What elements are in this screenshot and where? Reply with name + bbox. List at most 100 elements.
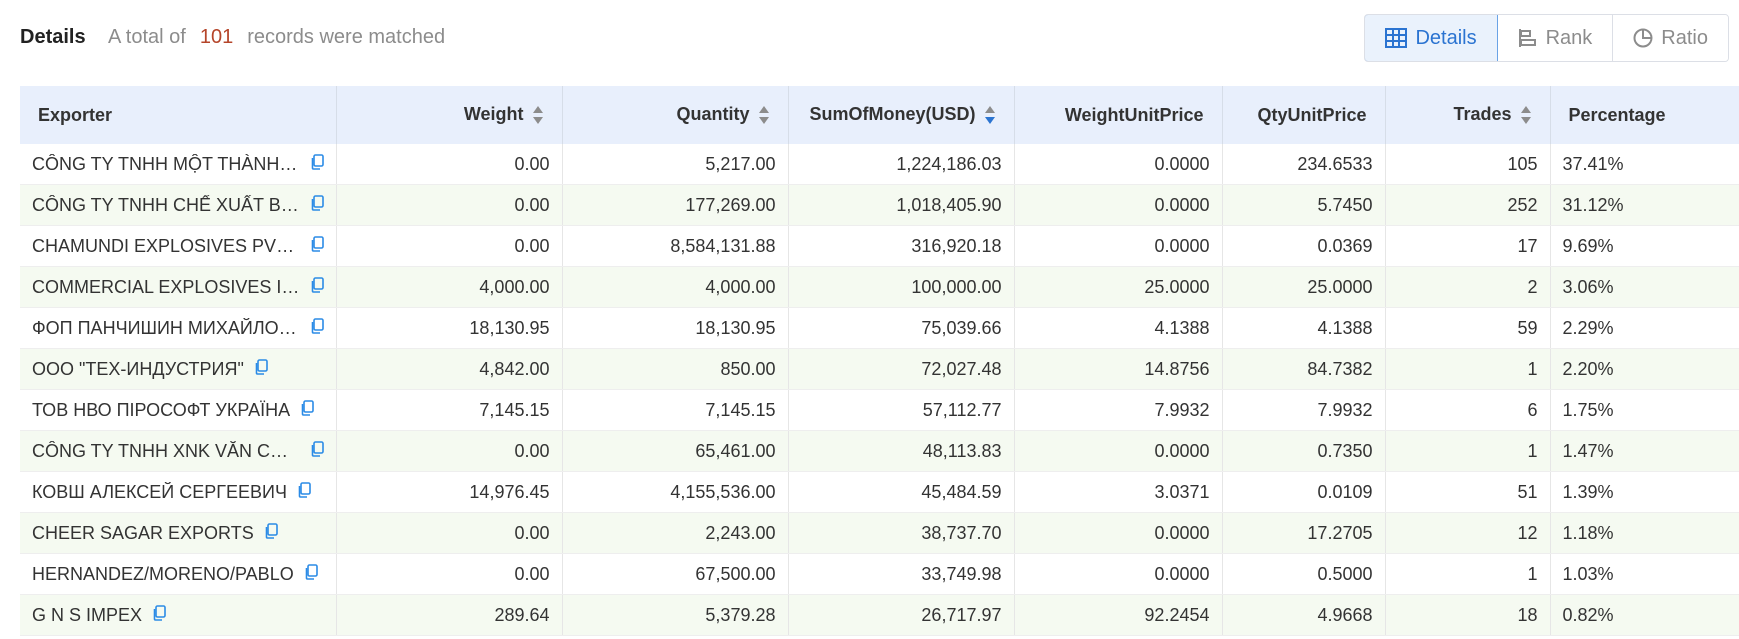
trades-cell: 59 (1385, 307, 1551, 349)
qup-cell: 5.7450 (1222, 184, 1386, 226)
sum-cell: 72,027.48 (788, 348, 1015, 390)
trades-cell: 12 (1385, 512, 1551, 554)
percentage-cell: 1.39% (1550, 471, 1739, 513)
exporter-cell: G N S IMPEX (20, 594, 337, 636)
quantity-cell: 2,243.00 (562, 512, 789, 554)
sort-desc-icon[interactable] (984, 105, 996, 125)
wup-cell: 0.0000 (1014, 512, 1223, 554)
table-icon (1385, 28, 1408, 48)
copy-icon[interactable] (310, 235, 324, 257)
copy-icon[interactable] (297, 481, 311, 503)
sort-icon[interactable] (532, 105, 544, 125)
exporter-name-link[interactable]: CHAMUNDI EXPLOSIVES PVT LTD (32, 236, 300, 257)
quantity-cell: 8,584,131.88 (562, 225, 789, 267)
qup-cell: 17.2705 (1222, 512, 1386, 554)
percentage-cell: 1.75% (1550, 389, 1739, 431)
table-body: CÔNG TY TNHH MỘT THÀNH VIÊN …0.005,217.0… (20, 144, 1739, 636)
wup-cell: 0.0000 (1014, 225, 1223, 267)
copy-icon[interactable] (264, 522, 278, 544)
copy-icon[interactable] (152, 604, 166, 626)
percentage-cell: 1.03% (1550, 553, 1739, 595)
wup-cell: 92.2454 (1014, 594, 1223, 636)
sum-cell: 38,737.70 (788, 512, 1015, 554)
bar-rank-icon (1518, 28, 1538, 48)
exporter-name-link[interactable]: ООО "ТЕХ-ИНДУСТРИЯ" (32, 359, 244, 380)
copy-icon[interactable] (310, 440, 324, 462)
exporter-name-link[interactable]: КОВШ АЛЕКСЕЙ СЕРГЕЕВИЧ (32, 482, 287, 503)
percentage-cell: 0.82% (1550, 594, 1739, 636)
sort-icon[interactable] (1520, 105, 1532, 125)
exporter-name-link[interactable]: CÔNG TY TNHH XNK VĂN CHÍNH B… (32, 441, 300, 462)
column-header-quantity[interactable]: Quantity (562, 86, 789, 144)
page-title: Details (20, 26, 86, 48)
exporter-name-link[interactable]: CÔNG TY TNHH MỘT THÀNH VIÊN … (32, 154, 300, 175)
exporter-cell: HERNANDEZ/MORENO/PABLO (20, 553, 337, 595)
table-row: ФОП ПАНЧИШИН МИХАЙЛО ВАС… 18,130.9518,130… (20, 307, 1739, 349)
exporter-name-link[interactable]: HERNANDEZ/MORENO/PABLO (32, 564, 294, 585)
copy-icon[interactable] (310, 194, 324, 216)
qup-cell: 0.0369 (1222, 225, 1386, 267)
copy-icon[interactable] (254, 358, 268, 380)
copy-icon[interactable] (310, 153, 324, 175)
qup-cell: 0.7350 (1222, 430, 1386, 472)
sum-cell: 33,749.98 (788, 553, 1015, 595)
weight-cell: 18,130.95 (336, 307, 563, 349)
exporters-table: Exporter Weight Quantity SumOfMoney(USD)… (20, 86, 1739, 636)
details-view-label: Details (1415, 26, 1477, 49)
percentage-cell: 1.47% (1550, 430, 1739, 472)
details-view-button[interactable]: Details (1365, 15, 1498, 61)
exporter-name-link[interactable]: ТОВ НВО ПІРОСОФТ УКРАЇНА (32, 400, 290, 421)
column-header-weight[interactable]: Weight (336, 86, 563, 144)
copy-icon[interactable] (310, 276, 324, 298)
table-row: HERNANDEZ/MORENO/PABLO 0.00 67,500.00 33,74… (20, 553, 1739, 595)
quantity-cell: 850.00 (562, 348, 789, 390)
sum-cell: 1,224,186.03 (788, 144, 1015, 185)
copy-icon[interactable] (310, 317, 324, 339)
sum-cell: 316,920.18 (788, 225, 1015, 267)
match-summary: A total of 101 records were matched (108, 26, 445, 49)
column-header-sumofmoney[interactable]: SumOfMoney(USD) (788, 86, 1015, 144)
weight-cell: 0.00 (336, 553, 563, 595)
wup-cell: 0.0000 (1014, 144, 1223, 185)
wup-cell: 0.0000 (1014, 430, 1223, 472)
sum-cell: 1,018,405.90 (788, 184, 1015, 226)
column-header-trades[interactable]: Trades (1385, 86, 1551, 144)
exporter-cell: CHAMUNDI EXPLOSIVES PVT LTD (20, 225, 337, 267)
trades-cell: 252 (1385, 184, 1551, 226)
quantity-cell: 4,155,536.00 (562, 471, 789, 513)
wup-cell: 0.0000 (1014, 553, 1223, 595)
weight-cell: 0.00 (336, 430, 563, 472)
qup-cell: 4.9668 (1222, 594, 1386, 636)
weight-cell: 0.00 (336, 184, 563, 226)
exporter-name-link[interactable]: ФОП ПАНЧИШИН МИХАЙЛО ВАС… (32, 318, 300, 339)
rank-view-button[interactable]: Rank (1497, 15, 1614, 61)
exporter-name-link[interactable]: CÔNG TY TNHH CHẾ XUẤT BILLIO… (32, 195, 300, 216)
quantity-cell: 5,217.00 (562, 144, 789, 185)
quantity-cell: 177,269.00 (562, 184, 789, 226)
exporter-name-link[interactable]: G N S IMPEX (32, 605, 142, 626)
weight-cell: 4,000.00 (336, 266, 563, 308)
weight-cell: 289.64 (336, 594, 563, 636)
qup-cell: 4.1388 (1222, 307, 1386, 349)
quantity-cell: 4,000.00 (562, 266, 789, 308)
exporter-name-link[interactable]: CHEER SAGAR EXPORTS (32, 523, 254, 544)
percentage-cell: 9.69% (1550, 225, 1739, 267)
copy-icon[interactable] (304, 563, 318, 585)
exporter-cell: ООО "ТЕХ-ИНДУСТРИЯ" (20, 348, 337, 390)
table-header-row: Exporter Weight Quantity SumOfMoney(USD)… (20, 86, 1739, 144)
table-row: COMMERCIAL EXPLOSIVES INDIA … 4,000.004,0… (20, 266, 1739, 308)
exporter-name-link[interactable]: COMMERCIAL EXPLOSIVES INDIA … (32, 277, 300, 298)
weight-cell: 0.00 (336, 512, 563, 554)
ratio-view-button[interactable]: Ratio (1613, 15, 1728, 61)
weight-cell: 0.00 (336, 225, 563, 267)
column-header-weightunitprice: WeightUnitPrice (1014, 86, 1223, 144)
table-row: CHEER SAGAR EXPORTS 0.00 2,243.00 38,737.70… (20, 512, 1739, 554)
qup-cell: 0.5000 (1222, 553, 1386, 595)
summary-prefix: A total of (108, 26, 186, 48)
table-row: CÔNG TY TNHH CHẾ XUẤT BILLIO… 0.00177,269… (20, 184, 1739, 226)
sort-icon[interactable] (758, 105, 770, 125)
copy-icon[interactable] (300, 399, 314, 421)
details-header: Details A total of 101 records were matche… (0, 0, 1739, 86)
exporter-cell: CÔNG TY TNHH CHẾ XUẤT BILLIO… (20, 184, 337, 226)
record-count: 101 (199, 26, 234, 48)
